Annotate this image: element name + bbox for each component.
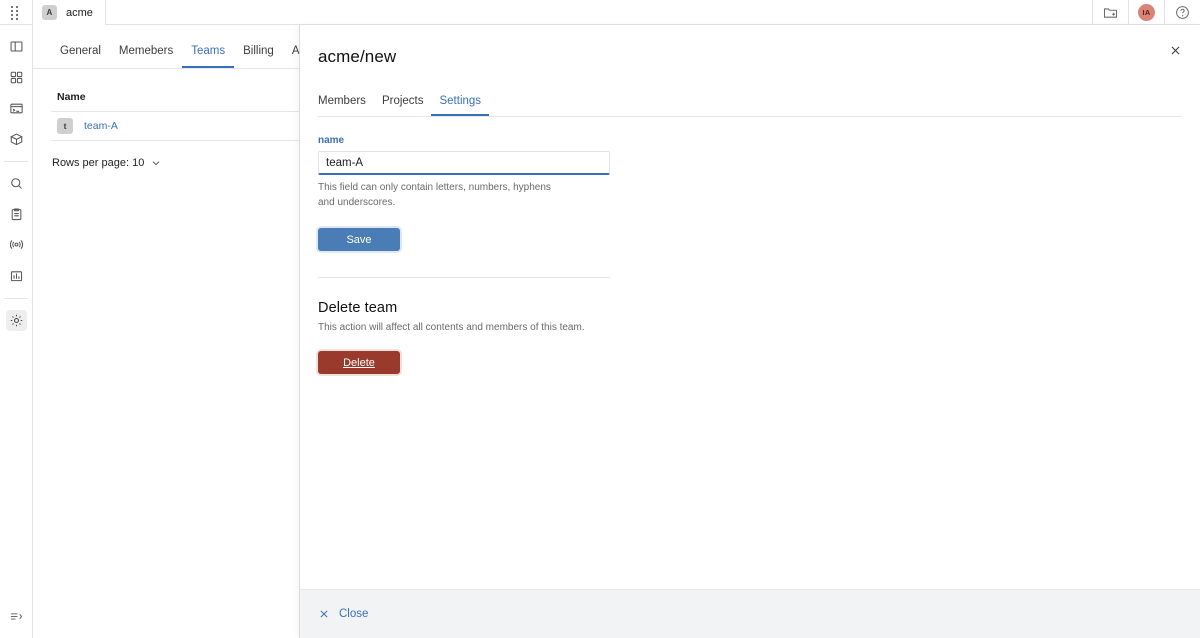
app-menu-button[interactable] <box>0 0 33 24</box>
name-help-text: This field can only contain letters, num… <box>318 182 551 208</box>
sidebar-item-terminal[interactable] <box>0 93 33 124</box>
avatar: IA <box>1138 3 1155 21</box>
sidebar-item-search[interactable] <box>0 168 33 199</box>
new-folder-icon <box>1103 5 1118 20</box>
rows-per-page-label: Rows per page: 10 <box>52 157 145 169</box>
sidebar-rail <box>0 25 33 638</box>
package-box-icon <box>6 129 27 150</box>
sidebar-item-apps-grid[interactable] <box>0 62 33 93</box>
panel-tab-projects[interactable]: Projects <box>374 95 432 116</box>
tab-billing[interactable]: Billing <box>234 45 283 68</box>
tab-members[interactable]: Memebers <box>110 45 182 68</box>
sidebar-item-broadcast[interactable] <box>0 230 33 261</box>
new-folder-button[interactable] <box>1092 0 1128 24</box>
save-button[interactable]: Save <box>318 228 400 251</box>
top-bar: A acme IA <box>0 0 1200 25</box>
delete-button[interactable]: Delete <box>318 351 400 374</box>
delete-team-description: This action will affect all contents and… <box>318 322 585 333</box>
dots-grid-icon <box>10 5 22 20</box>
panel-tab-settings[interactable]: Settings <box>431 95 490 116</box>
panel-footer: Close <box>300 589 1200 638</box>
sidebar-collapse-button[interactable] <box>0 601 33 632</box>
sidebar-bottom <box>0 601 33 632</box>
panel-layout-icon <box>6 36 27 57</box>
terminal-window-icon <box>6 98 27 119</box>
user-avatar-button[interactable]: IA <box>1128 0 1164 24</box>
help-button[interactable] <box>1164 0 1200 24</box>
bar-chart-icon <box>6 266 27 287</box>
tab-teams[interactable]: Teams <box>182 45 235 68</box>
team-detail-panel: acme/new Members Projects Settings name <box>299 25 1200 638</box>
sidebar-item-settings[interactable] <box>0 305 33 336</box>
section-divider <box>318 277 610 278</box>
panel-tabs-wrap: Members Projects Settings <box>300 88 1200 117</box>
org-badge: A <box>42 5 57 20</box>
chevron-down-icon <box>150 157 162 169</box>
panel-close-button[interactable] <box>1164 39 1186 61</box>
name-field-label: name <box>318 135 345 146</box>
panel-tab-members[interactable]: Members <box>318 95 374 116</box>
sidebar-item-analytics[interactable] <box>0 261 33 292</box>
rows-per-page-select[interactable]: Rows per page: 10 <box>51 157 162 169</box>
panel-title: acme/new <box>318 46 397 66</box>
org-name-label: acme <box>66 6 93 19</box>
close-x-icon <box>318 608 330 620</box>
sidebar-item-panel-layout[interactable] <box>0 31 33 62</box>
app-root: A acme IA General Memebers Teams Billing… <box>0 0 1200 638</box>
clipboard-icon <box>6 204 27 225</box>
delete-team-title: Delete team <box>318 300 398 316</box>
gear-icon <box>6 310 27 331</box>
search-icon <box>6 173 27 194</box>
tab-general[interactable]: General <box>51 45 110 68</box>
sidebar-item-package[interactable] <box>0 124 33 155</box>
close-icon <box>1169 44 1182 57</box>
sidebar-group-settings <box>0 299 32 342</box>
panel-header: acme/new <box>300 25 1200 88</box>
name-input[interactable] <box>318 151 610 175</box>
team-name-link[interactable]: team-A <box>84 120 118 132</box>
help-icon <box>1175 5 1190 20</box>
sidebar-item-clipboard[interactable] <box>0 199 33 230</box>
panel-tabs: Members Projects Settings <box>318 88 1182 117</box>
sidebar-group-primary <box>0 25 32 161</box>
org-tab[interactable]: A acme <box>33 0 106 25</box>
sidebar-group-secondary <box>0 162 32 298</box>
grid-apps-icon <box>6 67 27 88</box>
team-settings-form: name This field can only contain letters… <box>318 135 610 374</box>
panel-body: name This field can only contain letters… <box>300 117 1200 589</box>
footer-close-button[interactable]: Close <box>318 608 368 620</box>
footer-close-label: Close <box>339 608 369 620</box>
broadcast-antenna-icon <box>6 235 27 256</box>
team-avatar: t <box>57 118 73 134</box>
collapse-sidebar-icon <box>6 606 27 627</box>
